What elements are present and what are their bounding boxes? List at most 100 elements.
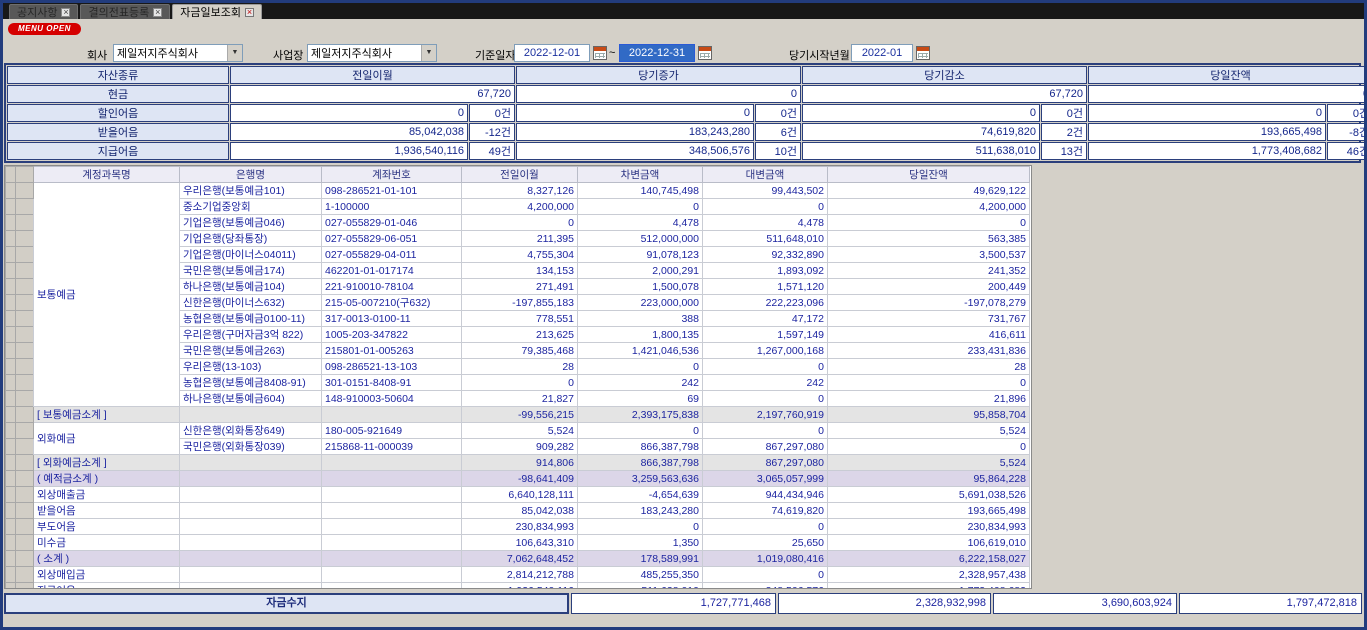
account-name-cell[interactable]: 보통예금 [34, 183, 180, 407]
amount-cell[interactable]: 1,571,120 [703, 279, 828, 295]
amount-cell[interactable]: 69 [578, 391, 703, 407]
amount-cell[interactable]: -99,556,215 [462, 407, 578, 423]
bank-name-cell[interactable] [180, 535, 322, 551]
row-selector[interactable] [16, 455, 34, 471]
amount-cell[interactable]: 79,385,468 [462, 343, 578, 359]
amount-cell[interactable]: 485,255,350 [578, 567, 703, 583]
amount-cell[interactable]: 909,282 [462, 439, 578, 455]
amount-cell[interactable]: 1,421,046,536 [578, 343, 703, 359]
account-number-cell[interactable]: 148-910003-50604 [322, 391, 462, 407]
amount-cell[interactable]: 4,200,000 [462, 199, 578, 215]
account-number-cell[interactable] [322, 471, 462, 487]
amount-cell[interactable]: 21,827 [462, 391, 578, 407]
row-selector[interactable] [6, 503, 16, 519]
amount-cell[interactable]: 0 [703, 567, 828, 583]
tab-inactive[interactable]: 공지사항× [9, 4, 78, 19]
account-number-cell[interactable] [322, 503, 462, 519]
row-selector[interactable] [16, 551, 34, 567]
amount-cell[interactable]: 511,648,010 [703, 231, 828, 247]
row-selector[interactable] [16, 471, 34, 487]
tab-close-icon[interactable]: × [61, 8, 70, 17]
account-name-cell[interactable]: 지급어음 [34, 583, 180, 590]
amount-cell[interactable]: 222,223,096 [703, 295, 828, 311]
bank-name-cell[interactable]: 하나은행(보통예금604) [180, 391, 322, 407]
account-name-cell[interactable]: 외상매입금 [34, 567, 180, 583]
tab-close-icon[interactable]: × [153, 8, 162, 17]
account-name-cell[interactable]: 외상매출금 [34, 487, 180, 503]
bank-name-cell[interactable]: 기업은행(마이너스04011) [180, 247, 322, 263]
account-name-cell[interactable]: 부도어음 [34, 519, 180, 535]
chevron-down-icon[interactable]: ▼ [421, 45, 436, 61]
menu-open-button[interactable]: MENU OPEN [8, 23, 81, 35]
amount-cell[interactable]: 866,387,798 [578, 455, 703, 471]
amount-cell[interactable]: 223,000,000 [578, 295, 703, 311]
row-selector[interactable] [6, 247, 16, 263]
start-month-input[interactable]: 2022-01 [851, 44, 913, 62]
row-selector[interactable] [16, 407, 34, 423]
amount-cell[interactable]: 0 [703, 391, 828, 407]
amount-cell[interactable]: 0 [578, 519, 703, 535]
bank-name-cell[interactable]: 우리은행(구머자금3억 822) [180, 327, 322, 343]
amount-cell[interactable]: 0 [462, 375, 578, 391]
amount-cell[interactable]: 0 [828, 215, 1030, 231]
amount-cell[interactable]: 271,491 [462, 279, 578, 295]
row-selector[interactable] [16, 279, 34, 295]
account-number-cell[interactable] [322, 535, 462, 551]
bank-name-cell[interactable] [180, 519, 322, 535]
account-number-cell[interactable]: 098-286521-13-103 [322, 359, 462, 375]
site-select[interactable]: 제일저지주식회사 ▼ [307, 44, 437, 62]
amount-cell[interactable]: 106,619,010 [828, 535, 1030, 551]
amount-cell[interactable]: 0 [703, 519, 828, 535]
row-selector[interactable] [16, 359, 34, 375]
row-selector[interactable] [6, 583, 16, 590]
row-selector[interactable] [6, 295, 16, 311]
account-name-cell[interactable]: 미수금 [34, 535, 180, 551]
account-number-cell[interactable]: 027-055829-06-051 [322, 231, 462, 247]
account-name-cell[interactable]: [ 보통예금소계 ] [34, 407, 180, 423]
bank-name-cell[interactable]: 국민은행(외화통장039) [180, 439, 322, 455]
amount-cell[interactable]: -98,641,409 [462, 471, 578, 487]
amount-cell[interactable]: 3,500,537 [828, 247, 1030, 263]
row-selector[interactable] [16, 567, 34, 583]
row-selector[interactable] [16, 583, 34, 590]
bank-name-cell[interactable]: 국민은행(보통예금174) [180, 263, 322, 279]
account-name-cell[interactable]: 외화예금 [34, 423, 180, 455]
bank-name-cell[interactable] [180, 503, 322, 519]
amount-cell[interactable]: 2,000,291 [578, 263, 703, 279]
amount-cell[interactable]: 0 [703, 359, 828, 375]
amount-cell[interactable]: 230,834,993 [828, 519, 1030, 535]
amount-cell[interactable]: 0 [578, 359, 703, 375]
amount-cell[interactable]: 193,665,498 [828, 503, 1030, 519]
bank-name-cell[interactable] [180, 455, 322, 471]
row-selector[interactable] [16, 183, 34, 199]
bank-name-cell[interactable]: 중소기업중앙회 [180, 199, 322, 215]
bank-name-cell[interactable] [180, 487, 322, 503]
row-selector[interactable] [6, 567, 16, 583]
row-selector[interactable] [16, 263, 34, 279]
amount-cell[interactable]: 0 [578, 199, 703, 215]
row-selector[interactable] [16, 519, 34, 535]
row-selector[interactable] [6, 439, 16, 455]
amount-cell[interactable]: 213,625 [462, 327, 578, 343]
row-selector[interactable] [6, 519, 16, 535]
company-select[interactable]: 제일저지주식회사 ▼ [113, 44, 243, 62]
calendar-icon[interactable] [698, 46, 712, 60]
amount-cell[interactable]: 49,629,122 [828, 183, 1030, 199]
account-number-cell[interactable]: 221-910010-78104 [322, 279, 462, 295]
amount-cell[interactable]: 0 [462, 215, 578, 231]
amount-cell[interactable]: 866,387,798 [578, 439, 703, 455]
account-name-cell[interactable]: ( 예적금소계 ) [34, 471, 180, 487]
bank-name-cell[interactable]: 기업은행(보통예금046) [180, 215, 322, 231]
account-number-cell[interactable]: 027-055829-01-046 [322, 215, 462, 231]
amount-cell[interactable]: 99,443,502 [703, 183, 828, 199]
bank-name-cell[interactable] [180, 567, 322, 583]
amount-cell[interactable]: 5,524 [462, 423, 578, 439]
amount-cell[interactable]: 1,267,000,168 [703, 343, 828, 359]
bank-name-cell[interactable]: 우리은행(보통예금101) [180, 183, 322, 199]
row-selector[interactable] [16, 215, 34, 231]
amount-cell[interactable]: 1,800,135 [578, 327, 703, 343]
row-selector[interactable] [16, 247, 34, 263]
amount-cell[interactable]: 1,773,408,682 [828, 583, 1030, 590]
row-selector[interactable] [16, 439, 34, 455]
amount-cell[interactable]: 1,019,080,416 [703, 551, 828, 567]
